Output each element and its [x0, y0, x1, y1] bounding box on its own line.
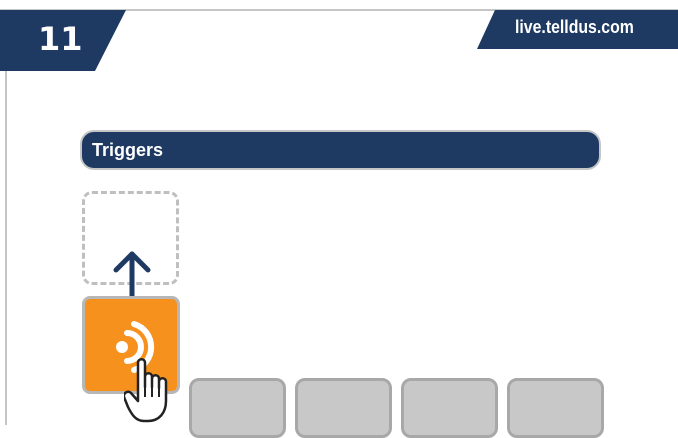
- site-label: live.telldus.com: [515, 17, 634, 37]
- hand-pointer-icon: [124, 358, 168, 423]
- triggers-title: Triggers: [92, 140, 164, 160]
- option-tile-2[interactable]: [295, 378, 392, 438]
- arrow-up-icon: [113, 251, 151, 298]
- step-number: 11: [38, 20, 83, 58]
- option-tile-1[interactable]: [189, 378, 286, 438]
- option-tile-4[interactable]: [507, 378, 604, 438]
- triggers-header: Triggers: [80, 130, 601, 170]
- option-tile-3[interactable]: [401, 378, 498, 438]
- left-divider: [5, 70, 7, 425]
